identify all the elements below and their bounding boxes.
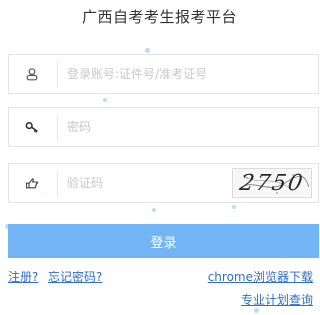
page-title: 广西自考考生报考平台 [81,8,237,26]
hand-pointer-icon [9,164,55,202]
forgot-password-link[interactable]: 忘记密码? [48,268,102,285]
captcha-input[interactable] [67,164,217,202]
captcha-field[interactable]: 2750 [8,163,319,203]
captcha-code: 2750 [237,170,307,196]
field-divider [57,170,58,196]
field-divider [57,61,58,87]
captcha-image[interactable]: 2750 [232,168,312,198]
account-input[interactable] [67,55,307,93]
field-divider [57,114,58,140]
user-icon [9,55,55,93]
chrome-download-link[interactable]: chrome浏览器下载 [208,268,313,285]
login-button[interactable]: 登录 [8,224,319,258]
password-field[interactable] [8,107,319,147]
password-input[interactable] [67,108,307,146]
register-link[interactable]: 注册? [8,268,38,285]
key-icon [9,108,55,146]
account-field[interactable] [8,54,319,94]
major-plan-link[interactable]: 专业计划查询 [241,291,313,308]
